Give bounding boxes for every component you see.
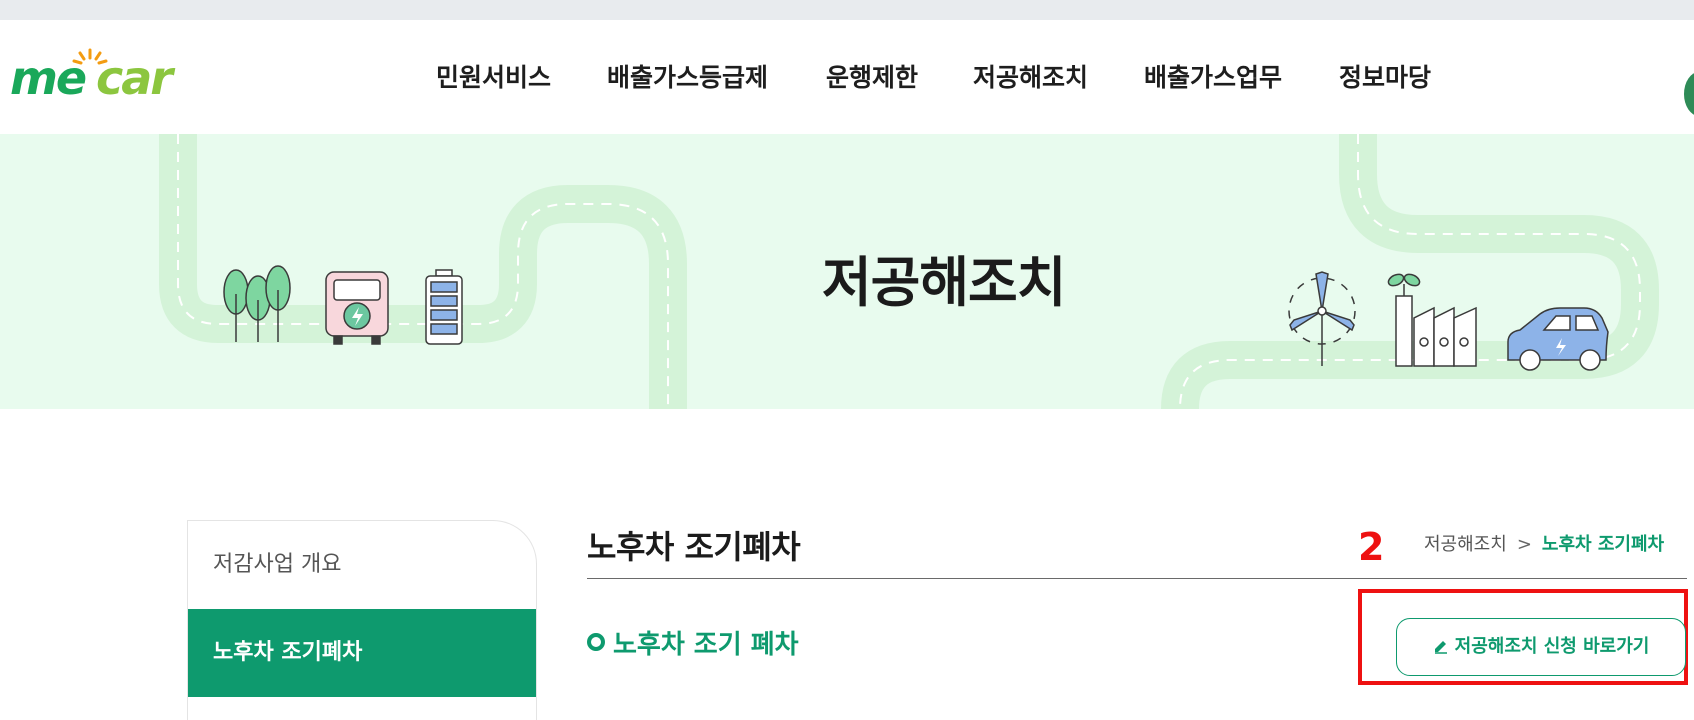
sidebar-item-early-scrappage[interactable]: 노후차 조기폐차	[188, 609, 536, 697]
factory-icon	[1387, 273, 1477, 367]
nav-item-emission-work[interactable]: 배출가스업무	[1144, 58, 1282, 94]
nav-item-info[interactable]: 정보마당	[1339, 58, 1431, 94]
apply-low-emission-button[interactable]: 저공해조치 신청 바로가기	[1396, 618, 1686, 676]
section-title: 노후차 조기 폐차	[587, 624, 799, 661]
sidebar: 저감사업 개요 노후차 조기폐차	[187, 520, 537, 720]
main-nav: 민원서비스 배출가스등급제 운행제한 저공해조치 배출가스업무 정보마당	[0, 20, 1694, 134]
breadcrumb-separator: >	[1516, 534, 1532, 555]
sidebar-item-overview[interactable]: 저감사업 개요	[188, 521, 536, 609]
electric-bus-icon	[325, 271, 389, 345]
battery-icon	[425, 269, 463, 345]
nav-item-civil-service[interactable]: 민원서비스	[436, 58, 551, 94]
nav-item-driving-restriction[interactable]: 운행제한	[826, 58, 918, 94]
step-marker: 2	[1358, 525, 1385, 569]
nav-item-low-emission[interactable]: 저공해조치	[973, 58, 1088, 94]
page-title: 노후차 조기폐차	[587, 528, 801, 566]
site-header: me car 민원서비스 배출가스등급제 운행제한 저공해조치 배출가스업무 정…	[0, 20, 1694, 134]
circle-bullet-icon	[587, 633, 605, 651]
section-title-text: 노후차 조기 폐차	[613, 630, 799, 660]
breadcrumb-current: 노후차 조기폐차	[1541, 534, 1665, 555]
road-illustration	[159, 134, 1659, 409]
electric-car-icon	[1507, 307, 1609, 371]
apply-button-label: 저공해조치 신청 바로가기	[1454, 636, 1650, 657]
breadcrumb-parent[interactable]: 저공해조치	[1424, 534, 1507, 555]
breadcrumb: 저공해조치 > 노후차 조기폐차	[1424, 530, 1664, 556]
nav-item-emission-grade[interactable]: 배출가스등급제	[607, 58, 768, 94]
page-banner: 저공해조치	[0, 134, 1694, 409]
heading-divider	[587, 578, 1687, 579]
top-utility-bar	[0, 0, 1694, 20]
pencil-icon	[1433, 619, 1449, 675]
